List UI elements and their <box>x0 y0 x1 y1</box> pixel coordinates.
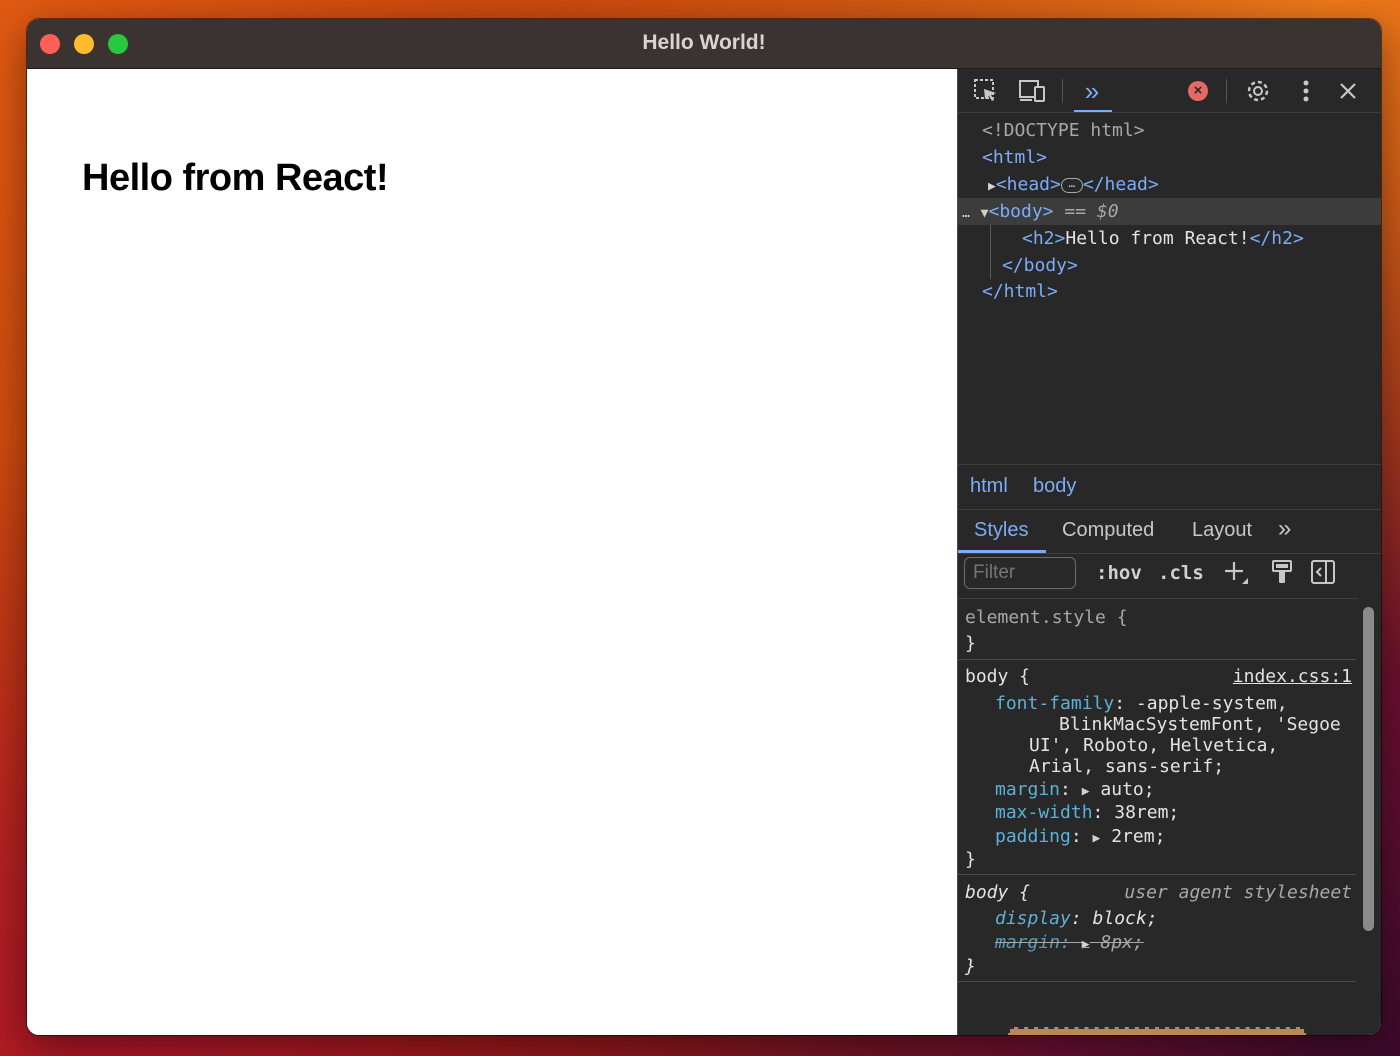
font-family-value-line: UI', Roboto, Helvetica, <box>1029 735 1279 756</box>
font-family-value: -apple-system, <box>1135 693 1288 714</box>
page-content: Hello from React! <box>27 69 957 1035</box>
element-style-selector: element.style { <box>965 607 1128 628</box>
body-selector: body { <box>965 666 1031 687</box>
rule-close-brace: } <box>965 956 976 977</box>
device-toolbar-icon[interactable] <box>1018 77 1046 105</box>
expand-triangle-icon[interactable]: ▶ <box>1082 784 1090 799</box>
cls-button[interactable]: .cls <box>1158 562 1204 584</box>
user-agent-rule[interactable]: body { user agent stylesheet display: bl… <box>958 875 1356 982</box>
body-css-rule[interactable]: body { index.css:1 font-family: -apple-s… <box>958 660 1356 875</box>
ua-body-selector: body { <box>965 882 1031 903</box>
toolbar-separator <box>1226 79 1227 103</box>
more-tabs-icon[interactable]: » <box>1278 515 1291 543</box>
head-open-tag: <head> <box>995 174 1061 195</box>
box-model-value[interactable]: - <box>1155 1034 1160 1035</box>
page-heading: Hello from React! <box>82 157 389 199</box>
tab-styles[interactable]: Styles <box>974 519 1028 542</box>
head-close-tag: </head> <box>1082 174 1159 195</box>
active-panel-indicator <box>1074 110 1112 112</box>
devtools-panel: » × <!DOCTYPE html> <html> ▶<head>… </hea… <box>957 69 1381 1035</box>
element-style-rule[interactable]: element.style { } <box>958 599 1356 660</box>
margin-declaration[interactable]: margin: ▶ auto; <box>995 779 1155 800</box>
overridden-margin-declaration[interactable]: margin: ▶ 8px; <box>995 932 1144 953</box>
body-open-tag: <body> <box>988 201 1054 222</box>
margin-property: margin: <box>995 932 1071 953</box>
selected-node-marker: == $0 <box>1064 201 1119 222</box>
indent-guide <box>990 225 991 279</box>
elements-tree: <!DOCTYPE html> <html> ▶<head>… </head> …… <box>958 113 1381 463</box>
padding-property: padding <box>995 826 1071 847</box>
more-panels-icon[interactable]: » <box>1078 76 1106 106</box>
h2-open-tag: <h2> <box>1022 228 1066 249</box>
stylesheet-link[interactable]: index.css:1 <box>1233 666 1352 687</box>
minimize-window-button[interactable] <box>74 34 94 54</box>
styles-pane: element.style { } body { index.css:1 fon… <box>958 599 1356 1035</box>
padding-value: 2rem; <box>1111 826 1166 847</box>
font-family-value-line: BlinkMacSystemFont, 'Segoe <box>1059 714 1341 735</box>
font-family-property: font-family <box>995 693 1115 714</box>
tab-computed[interactable]: Computed <box>1062 519 1154 542</box>
error-count-icon[interactable]: × <box>1184 77 1212 105</box>
margin-value: auto; <box>1100 779 1155 800</box>
margin-value: 8px; <box>1100 932 1144 953</box>
h2-node[interactable]: <h2>Hello from React!</h2> <box>1022 225 1304 252</box>
font-family-declaration[interactable]: font-family: -apple-system, <box>995 693 1288 714</box>
row-ellipsis-icon[interactable]: … <box>962 206 970 221</box>
max-width-value: 38rem; <box>1114 802 1180 823</box>
new-style-rule-icon[interactable] <box>1222 558 1250 595</box>
display-property: display <box>995 908 1071 929</box>
breadcrumb-html[interactable]: html <box>970 475 1008 498</box>
breadcrumb-body[interactable]: body <box>1033 475 1076 498</box>
sidebar-tabs: Styles Computed Layout » <box>958 509 1381 554</box>
html-node[interactable]: <html> <box>982 144 1047 171</box>
box-model-margin[interactable]: margin - <box>1008 1027 1306 1035</box>
rule-close-brace: } <box>965 849 976 870</box>
toolbar-separator <box>1062 79 1063 103</box>
display-value: block; <box>1092 908 1158 929</box>
expand-triangle-icon[interactable]: ▶ <box>1082 937 1090 952</box>
window-title: Hello World! <box>642 31 766 54</box>
paint-brush-icon[interactable] <box>1270 558 1294 593</box>
filter-input[interactable] <box>964 557 1076 589</box>
inspect-element-icon[interactable] <box>972 77 1000 105</box>
close-icon[interactable] <box>1334 77 1362 105</box>
collapse-triangle-icon[interactable]: ▼ <box>981 206 989 221</box>
app-window: Hello World! Hello from React! » × <!DOC… <box>27 19 1381 1035</box>
devtools-toolbar: » × <box>958 69 1381 113</box>
hov-button[interactable]: :hov <box>1096 562 1142 584</box>
ua-stylesheet-label: user agent stylesheet <box>1124 882 1352 903</box>
font-family-value-line: Arial, sans-serif; <box>1029 756 1225 777</box>
doctype-node[interactable]: <!DOCTYPE html> <box>982 117 1145 144</box>
rule-close-brace: } <box>965 633 976 654</box>
styles-scrollbar[interactable] <box>1363 607 1374 931</box>
zoom-window-button[interactable] <box>108 34 128 54</box>
h2-close-tag: </h2> <box>1249 228 1304 249</box>
breadcrumb: html body <box>958 464 1381 510</box>
box-model-label: margin <box>1018 1034 1064 1035</box>
display-declaration[interactable]: display: block; <box>995 908 1158 929</box>
expand-triangle-icon[interactable]: ▶ <box>1093 831 1101 846</box>
styles-toolbar: :hov .cls <box>958 554 1358 599</box>
tab-layout[interactable]: Layout <box>1192 519 1252 542</box>
collapsed-ellipsis-icon[interactable]: … <box>1060 177 1083 193</box>
gear-icon[interactable] <box>1244 77 1272 105</box>
max-width-declaration[interactable]: max-width: 38rem; <box>995 802 1179 823</box>
h2-text: Hello from React! <box>1065 228 1250 249</box>
body-node[interactable]: … ▼<body> == $0 <box>962 198 1119 225</box>
close-window-button[interactable] <box>40 34 60 54</box>
margin-property: margin <box>995 779 1061 800</box>
title-bar[interactable]: Hello World! <box>27 19 1381 69</box>
html-close-node[interactable]: </html> <box>982 278 1058 305</box>
body-close-node[interactable]: </body> <box>1002 252 1078 279</box>
padding-declaration[interactable]: padding: ▶ 2rem; <box>995 826 1165 847</box>
max-width-property: max-width <box>995 802 1093 823</box>
kebab-menu-icon[interactable] <box>1292 77 1320 105</box>
expand-triangle-icon[interactable]: ▶ <box>988 179 996 194</box>
active-tab-indicator <box>958 550 1046 553</box>
toggle-sidebar-icon[interactable] <box>1310 558 1336 593</box>
head-node[interactable]: ▶<head>… </head> <box>988 171 1159 198</box>
